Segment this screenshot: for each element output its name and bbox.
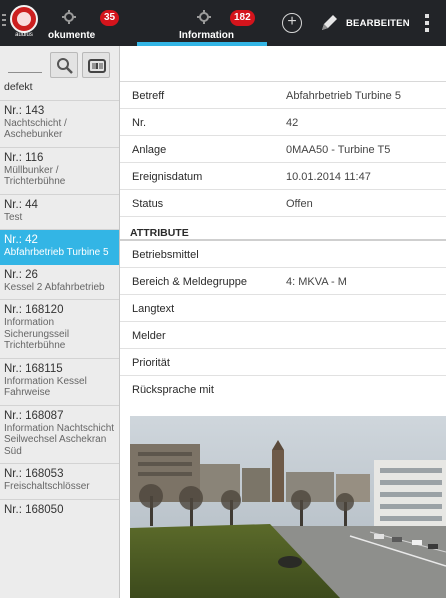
attribute-row-ruecksprache[interactable]: Rücksprache mit (120, 376, 446, 403)
list-item[interactable]: Nr.: 143 Nachtschicht / Aschebunker (0, 99, 119, 147)
field-label: Ereignisdatum (132, 171, 203, 183)
info-list: defekt Nr.: 143 Nachtschicht / Aschebunk… (0, 81, 119, 523)
list-item-number: Nr.: 168115 (4, 362, 63, 375)
list-item-number: Nr.: 42 (4, 234, 38, 246)
field-row-betreff: Betreff Abfahrbetrieb Turbine 5 (120, 82, 446, 109)
list-item-subtitle: Information Sicherungsseil Trichterbühne (4, 317, 70, 351)
list-item-subtitle: Test (4, 211, 23, 223)
search-input[interactable] (8, 72, 42, 73)
field-value: 0MAA50 - Turbine T5 (286, 144, 391, 156)
field-value: Abfahrbetrieb Turbine 5 (286, 90, 401, 102)
brand-text: audius (15, 32, 33, 38)
list-item-number: Nr.: 116 (4, 151, 44, 164)
field-value: 10.01.2014 11:47 (286, 171, 371, 183)
drawer-icon[interactable] (2, 14, 6, 32)
list-item[interactable]: Nr.: 168115 Information Kessel Fahrweise (0, 357, 119, 405)
list-item-subtitle: Freischaltschlösser (4, 481, 90, 492)
section-title: ATTRIBUTE (130, 227, 189, 239)
edit-button-label: BEARBEITEN (346, 17, 410, 29)
search-icon (57, 58, 73, 74)
list-item-number: Nr.: 168053 (4, 468, 64, 480)
add-icon[interactable]: + (282, 13, 302, 33)
field-label: Nr. (132, 117, 147, 129)
list-item-number: Nr.: 168087 (4, 409, 64, 422)
list-item[interactable]: Nr.: 168053 Freischaltschlösser (0, 463, 119, 499)
list-item[interactable]: Nr.: 26 Kessel 2 Abfahrbetrieb (0, 265, 119, 300)
list-item-subtitle: defekt (4, 81, 33, 93)
attribute-row-betriebsmittel[interactable]: Betriebsmittel (120, 241, 446, 268)
tab-information[interactable]: Information 182 (137, 0, 267, 46)
tab-information-label: Information (179, 30, 234, 41)
field-row-anlage: Anlage 0MAA50 - Turbine T5 (120, 136, 446, 163)
attribute-section-header: ATTRIBUTE (120, 217, 446, 241)
overflow-icon[interactable] (424, 14, 430, 32)
tab-dokumente-label: okumente (48, 30, 96, 41)
list-item[interactable]: Nr.: 44 Test (0, 193, 119, 230)
list-item-number: Nr.: 143 (4, 104, 45, 117)
list-item-subtitle: Kessel 2 Abfahrbetrieb (4, 281, 105, 293)
list-item-subtitle: Müllbunker / Trichterbühne (4, 164, 66, 188)
list-item-subtitle: Nachtschicht / Aschebunker (4, 117, 67, 141)
tab-dokumente[interactable]: audius okumente 35 (0, 0, 120, 46)
field-value: 4: MKVA - M (286, 276, 347, 288)
attribute-row-prioritaet[interactable]: Priorität (120, 349, 446, 376)
search-button[interactable] (50, 52, 78, 78)
field-row-status: Status Offen (120, 190, 446, 217)
attribute-row-bereich[interactable]: Bereich & Meldegruppe 4: MKVA - M (120, 268, 446, 295)
gear-icon (197, 10, 211, 24)
action-bar: audius okumente 35 Information 182 + BEA… (0, 0, 446, 46)
dokumente-badge: 35 (100, 10, 120, 26)
field-label: Rücksprache mit (132, 384, 214, 396)
field-label: Status (132, 198, 164, 210)
attribute-row-melder[interactable]: Melder (120, 322, 446, 349)
list-item[interactable]: Nr.: 116 Müllbunker / Trichterbühne (0, 146, 119, 194)
field-label: Langtext (132, 303, 175, 315)
list-item-number: Nr.: 168050 (4, 503, 64, 516)
barcode-button[interactable] (82, 52, 110, 78)
list-item-subtitle: Information Nachtschicht Seilwechsel Asc… (4, 422, 115, 457)
field-row-ereignisdatum: Ereignisdatum 10.01.2014 11:47 (120, 163, 446, 190)
field-value: Offen (286, 198, 313, 210)
detail-pane: Betreff Abfahrbetrieb Turbine 5 Nr. 42 A… (120, 46, 446, 598)
list-item-selected[interactable]: Nr.: 42 Abfahrbetrieb Turbine 5 (0, 229, 119, 265)
list-pane: defekt Nr.: 143 Nachtschicht / Aschebunk… (0, 46, 120, 598)
pencil-icon (322, 15, 337, 30)
list-item-number: Nr.: 168120 (4, 304, 64, 316)
list-item[interactable]: Nr.: 168050 (0, 498, 119, 523)
field-value: 42 (286, 117, 299, 129)
list-item[interactable]: defekt (0, 81, 119, 100)
field-label: Anlage (132, 144, 167, 156)
field-label: Priorität (132, 357, 170, 369)
list-item-number: Nr.: 26 (4, 268, 38, 281)
list-item[interactable]: Nr.: 168087 Information Nachtschicht Sei… (0, 404, 119, 464)
field-list: Betreff Abfahrbetrieb Turbine 5 Nr. 42 A… (120, 82, 446, 403)
app-logo: audius (10, 5, 38, 39)
list-item-subtitle: Information Kessel Fahrweise (4, 375, 87, 399)
field-label: Betreff (132, 90, 165, 102)
field-label: Melder (132, 330, 166, 342)
information-badge: 182 (230, 10, 255, 26)
barcode-icon (88, 59, 106, 73)
field-label: Betriebsmittel (132, 249, 199, 261)
search-row (0, 46, 120, 82)
list-item-number: Nr.: 44 (4, 198, 38, 211)
edit-button[interactable]: BEARBEITEN (318, 10, 410, 36)
field-label: Bereich & Meldegruppe (132, 276, 247, 288)
detail-header (120, 46, 446, 82)
list-item-subtitle: Abfahrbetrieb Turbine 5 (4, 247, 109, 258)
attribute-row-langtext[interactable]: Langtext (120, 295, 446, 322)
field-row-nr: Nr. 42 (120, 109, 446, 136)
attached-photo[interactable] (130, 416, 446, 598)
gear-icon (62, 10, 76, 24)
list-item[interactable]: Nr.: 168120 Information Sicherungsseil T… (0, 299, 119, 358)
